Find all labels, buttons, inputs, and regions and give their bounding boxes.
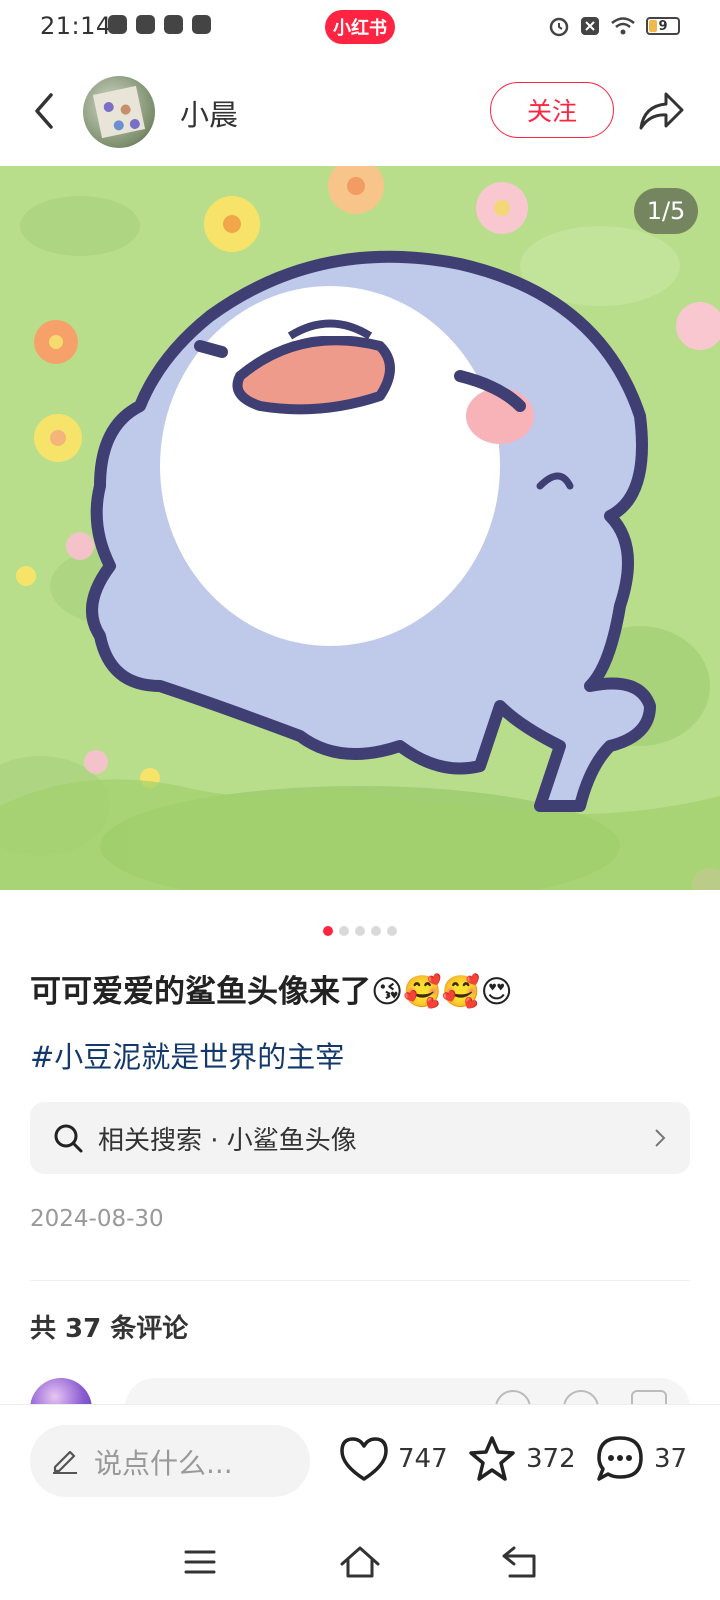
comment-bubble-icon [597, 1436, 643, 1481]
share-icon [639, 92, 684, 130]
back-nav-icon[interactable] [498, 1542, 542, 1582]
mail-icon [108, 15, 127, 34]
comment-composer-preview [0, 1378, 720, 1404]
home-icon[interactable] [338, 1542, 382, 1582]
search-icon [54, 1124, 83, 1153]
heart-icon [340, 1437, 388, 1481]
wifi-icon [611, 17, 635, 35]
related-search-text: 相关搜索 · 小鲨鱼头像 [98, 1126, 357, 1156]
status-bar: 21:14 小红书 9 [0, 0, 720, 56]
image-icon[interactable] [631, 1390, 667, 1404]
post-date: 2024-08-30 [30, 1206, 164, 1232]
like-count: 747 [398, 1444, 448, 1474]
user-avatar [30, 1378, 92, 1404]
carousel-dot [323, 926, 333, 936]
shark-illustration [0, 166, 720, 890]
comment-box[interactable] [125, 1378, 690, 1404]
author-name[interactable]: 小晨 [180, 92, 238, 134]
page-counter: 1/5 [634, 188, 698, 234]
related-search-bar[interactable]: 相关搜索 · 小鲨鱼头像 [30, 1102, 690, 1174]
alarm-icon [549, 17, 569, 37]
carousel-dot [355, 926, 365, 936]
comment-count: 37 [654, 1444, 688, 1474]
bottom-action-bar: 说点什么... 747 372 37 [0, 1404, 720, 1521]
follow-button[interactable]: 关注 [490, 82, 614, 138]
back-button[interactable] [24, 88, 64, 134]
system-nav-bar [0, 1520, 720, 1600]
chevron-right-icon [655, 1129, 666, 1147]
star-icon [469, 1436, 515, 1481]
mention-icon[interactable] [495, 1390, 531, 1404]
notification-icons [108, 15, 211, 34]
comment-button[interactable]: 37 [594, 1429, 687, 1489]
emoji-icon[interactable] [563, 1390, 599, 1404]
app-badge: 小红书 [325, 10, 395, 44]
pencil-icon [53, 1450, 77, 1474]
post-hashtag[interactable]: #小豆泥就是世界的主宰 [30, 1034, 344, 1076]
battery-icon: 9 [646, 17, 680, 35]
battery-level: 9 [658, 18, 668, 34]
favorite-count: 372 [526, 1444, 576, 1474]
divider [30, 1280, 690, 1281]
comment-placeholder: 说点什么... [94, 1447, 233, 1480]
menu-icon[interactable] [178, 1542, 222, 1582]
favorite-button[interactable]: 372 [466, 1429, 576, 1489]
dnd-icon [581, 17, 599, 35]
carousel-dot [339, 926, 349, 936]
post-title: 可可爱爱的鲨鱼头像来了😘🥰🥰😍 [30, 974, 513, 1010]
comment-input[interactable]: 说点什么... [30, 1425, 310, 1497]
share-button[interactable] [636, 88, 686, 134]
image-carousel[interactable]: 1/5 [0, 166, 720, 890]
back-arrow-icon [35, 93, 53, 129]
post-header: 小晨 关注 [0, 56, 720, 166]
system-status-icons: 9 [548, 15, 680, 37]
app-icon [164, 15, 183, 34]
like-button[interactable]: 747 [338, 1429, 448, 1489]
carousel-dot [371, 926, 381, 936]
comments-header: 共 37 条评论 [30, 1314, 189, 1344]
status-time: 21:14 [40, 12, 112, 40]
carousel-dots [0, 926, 720, 936]
carousel-dot [387, 926, 397, 936]
book-icon [192, 15, 211, 34]
tiktok-icon [136, 15, 155, 34]
author-avatar[interactable] [83, 76, 155, 148]
